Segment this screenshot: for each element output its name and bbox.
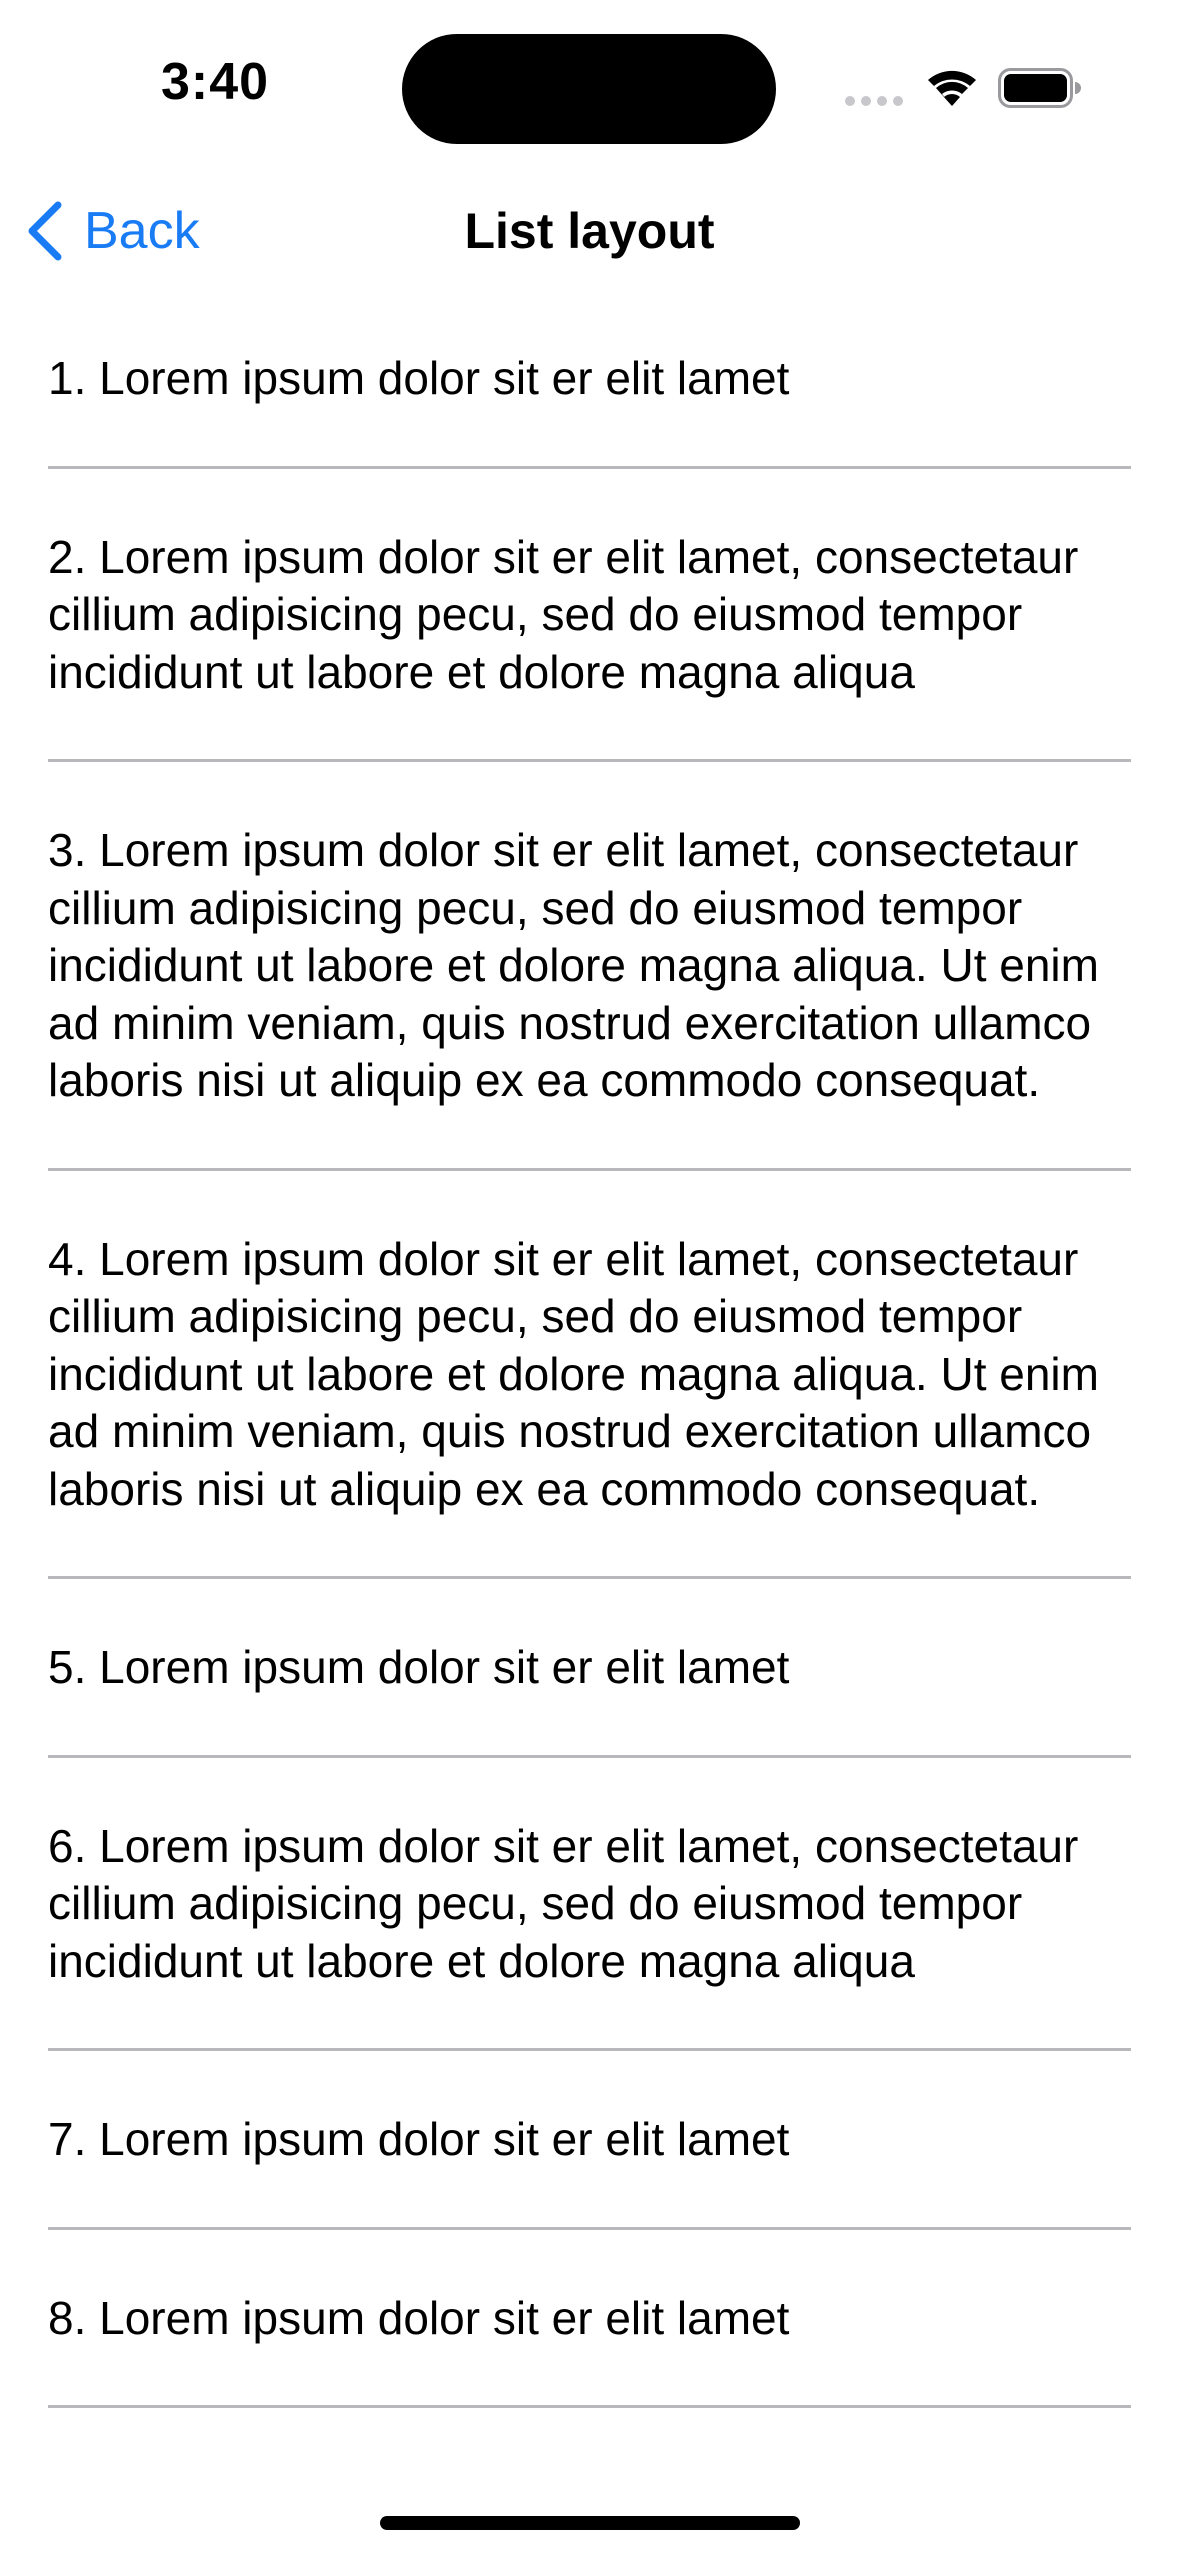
list-item[interactable]: 8. Lorem ipsum dolor sit er elit lamet	[48, 2230, 1131, 2408]
list-item[interactable]: 2. Lorem ipsum dolor sit er elit lamet, …	[48, 469, 1131, 762]
list-item-text: 3. Lorem ipsum dolor sit er elit lamet, …	[48, 824, 1099, 1106]
list-item[interactable]: 5. Lorem ipsum dolor sit er elit lamet	[48, 1579, 1131, 1758]
page-title: List layout	[464, 203, 715, 259]
list-item[interactable]: 4. Lorem ipsum dolor sit er elit lamet, …	[48, 1171, 1131, 1579]
list-item-text: 1. Lorem ipsum dolor sit er elit lamet	[48, 352, 790, 404]
home-indicator[interactable]	[380, 2516, 800, 2530]
cellular-signal-icon	[845, 96, 905, 106]
list-item-text: 8. Lorem ipsum dolor sit er elit lamet	[48, 2291, 790, 2344]
list: 1. Lorem ipsum dolor sit er elit lamet 2…	[0, 290, 1179, 2408]
status-bar: 3:40	[0, 0, 1179, 170]
wifi-icon	[928, 70, 976, 106]
status-time: 3:40	[160, 53, 270, 111]
dynamic-island	[402, 34, 776, 144]
list-item[interactable]: 7. Lorem ipsum dolor sit er elit lamet	[48, 2051, 1131, 2230]
list-item-text: 5. Lorem ipsum dolor sit er elit lamet	[48, 1641, 790, 1693]
list-item-text: 6. Lorem ipsum dolor sit er elit lamet, …	[48, 1819, 1079, 1987]
list-item[interactable]: 3. Lorem ipsum dolor sit er elit lamet, …	[48, 762, 1131, 1171]
list-item-text: 2. Lorem ipsum dolor sit er elit lamet, …	[48, 530, 1079, 698]
battery-icon	[998, 68, 1081, 108]
list-item-text: 7. Lorem ipsum dolor sit er elit lamet	[48, 2113, 790, 2165]
list-item[interactable]: 6. Lorem ipsum dolor sit er elit lamet, …	[48, 1758, 1131, 2051]
list-item[interactable]: 1. Lorem ipsum dolor sit er elit lamet	[48, 290, 1131, 469]
list-item-text: 4. Lorem ipsum dolor sit er elit lamet, …	[48, 1232, 1099, 1515]
navigation-bar: Back List layout	[0, 170, 1179, 290]
